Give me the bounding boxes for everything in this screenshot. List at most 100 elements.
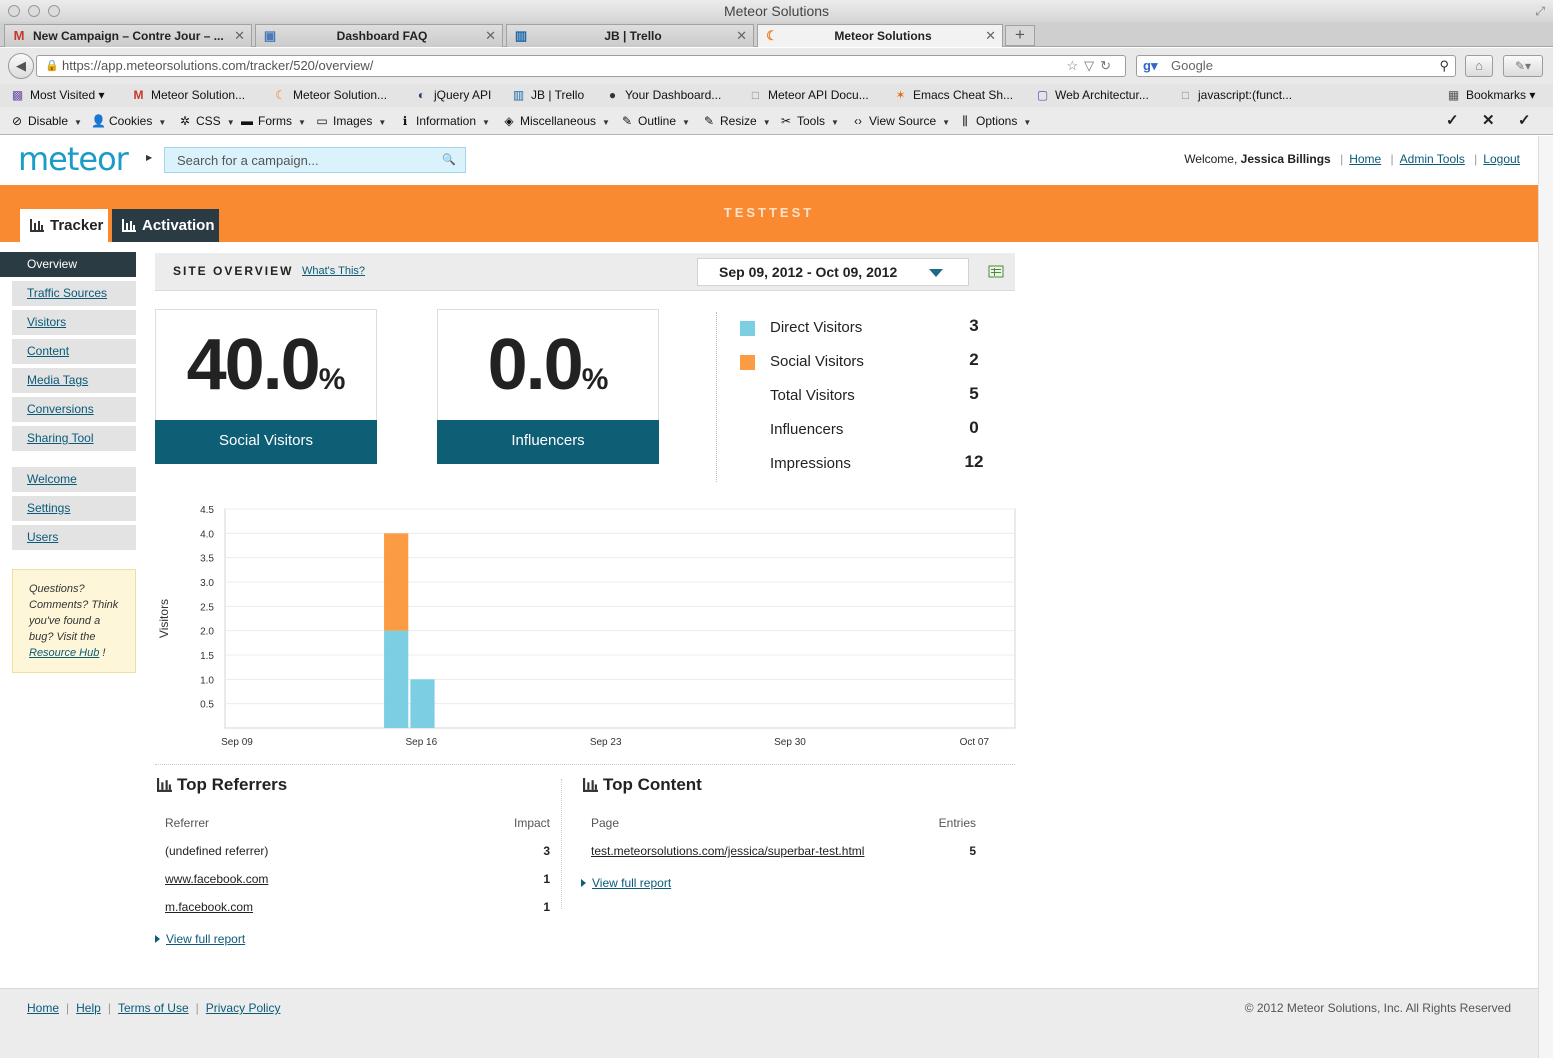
meteor-logo[interactable]: meteor: [18, 140, 129, 178]
bookmarks-toolbar: ▩ Most Visited ▾ M Meteor Solution... ☾ Met…: [0, 84, 1553, 107]
sidebar-item-content[interactable]: Content: [12, 339, 136, 364]
tab-tracker[interactable]: Tracker: [20, 209, 108, 242]
home-button[interactable]: ⌂: [1465, 55, 1493, 77]
information-icon: ℹ: [402, 114, 408, 128]
sidebar-link[interactable]: Welcome: [27, 472, 77, 486]
date-range-picker[interactable]: Sep 09, 2012 - Oct 09, 2012: [697, 258, 969, 286]
dev-menu-item[interactable]: ✎ Outline ▼: [620, 107, 690, 137]
tab-activation[interactable]: Activation: [112, 209, 219, 242]
sidebar-link[interactable]: Settings: [27, 501, 70, 515]
dev-menu-item[interactable]: ‹› View Source ▼: [851, 107, 950, 137]
bookmark-item[interactable]: ▩ Most Visited ▾: [10, 84, 105, 106]
dev-menu-item[interactable]: ⊘ Disable ▼: [10, 107, 82, 137]
dev-menu-item[interactable]: ℹ Information ▼: [398, 107, 490, 137]
dev-menu-item[interactable]: ✂ Tools ▼: [779, 107, 839, 137]
dev-menu-item[interactable]: ◈ Miscellaneous ▼: [502, 107, 610, 137]
browser-tab[interactable]: M New Campaign – Contre Jour – ... ✕: [4, 24, 252, 47]
dropdown-icon[interactable]: ▽: [1084, 58, 1100, 73]
y-tick-label: 4.5: [200, 505, 214, 516]
footer-privacy-link[interactable]: Privacy Policy: [206, 1001, 281, 1015]
campaign-search-input[interactable]: [177, 151, 437, 169]
dev-menu-item[interactable]: ✲ CSS ▼: [178, 107, 235, 137]
reload-icon[interactable]: ↻: [1100, 58, 1117, 73]
bookmarks-menu[interactable]: ▦ Bookmarks ▾: [1446, 84, 1536, 106]
x-tick-label: Sep 16: [405, 737, 437, 748]
checkmark-icon[interactable]: ✓: [1518, 107, 1531, 135]
referrer-link[interactable]: m.facebook.com: [165, 900, 253, 914]
referrer-link[interactable]: www.facebook.com: [165, 872, 268, 886]
content-full-report-link[interactable]: View full report: [581, 876, 671, 890]
minimize-window-button[interactable]: [28, 5, 40, 17]
fullscreen-icon[interactable]: ⤢: [1535, 0, 1545, 22]
sidebar-item-overview[interactable]: Overview: [0, 252, 136, 277]
page-scrollbar[interactable]: [1538, 136, 1553, 1058]
bookmark-item[interactable]: ◐ jQuery API: [414, 84, 491, 106]
close-tab-icon[interactable]: ✕: [736, 25, 747, 47]
sidebar-item-conversions[interactable]: Conversions: [12, 397, 136, 422]
footer-terms-link[interactable]: Terms of Use: [118, 1001, 189, 1015]
sidebar-link[interactable]: Conversions: [27, 402, 94, 416]
footer-home-link[interactable]: Home: [27, 1001, 59, 1015]
sidebar-item-welcome[interactable]: Welcome: [12, 467, 136, 492]
content-page-link[interactable]: test.meteorsolutions.com/jessica/superba…: [591, 844, 864, 858]
sidebar-item-traffic-sources[interactable]: Traffic Sources: [12, 281, 136, 306]
sidebar-item-sharing-tool[interactable]: Sharing Tool: [12, 426, 136, 451]
footer-help-link[interactable]: Help: [76, 1001, 101, 1015]
close-tab-icon[interactable]: ✕: [485, 25, 496, 47]
bookmark-item[interactable]: M Meteor Solution...: [131, 84, 246, 106]
close-tab-icon[interactable]: ✕: [234, 25, 245, 47]
close-tab-icon[interactable]: ✕: [985, 25, 996, 47]
bookmark-item[interactable]: ▥ JB | Trello: [511, 84, 584, 106]
logout-link[interactable]: Logout: [1483, 152, 1520, 166]
search-icon[interactable]: 🔍: [442, 148, 456, 172]
dev-menu-item[interactable]: ▭ Images ▼: [315, 107, 386, 137]
browser-tab-active[interactable]: ☾ Meteor Solutions ✕: [757, 24, 1003, 47]
bookmark-item[interactable]: ▢ Web Architectur...: [1035, 84, 1149, 106]
close-window-button[interactable]: [8, 5, 20, 17]
sidebar-link[interactable]: Media Tags: [27, 373, 88, 387]
home-link[interactable]: Home: [1349, 152, 1381, 166]
sidebar-item-media-tags[interactable]: Media Tags: [12, 368, 136, 393]
sidebar-link[interactable]: Sharing Tool: [27, 431, 94, 445]
dev-menu-item[interactable]: 👤 Cookies ▼: [91, 107, 166, 137]
bookmark-item[interactable]: □ Meteor API Docu...: [748, 84, 869, 106]
bookmark-item[interactable]: ☾ Meteor Solution...: [273, 84, 387, 106]
bookmark-item[interactable]: ● Your Dashboard...: [605, 84, 721, 106]
browser-tab[interactable]: ▥ JB | Trello ✕: [506, 24, 754, 47]
sidebar-link[interactable]: Content: [27, 344, 69, 358]
checkmark-icon[interactable]: ✓: [1446, 107, 1459, 135]
sidebar-link[interactable]: Traffic Sources: [27, 286, 107, 300]
sidebar-item-settings[interactable]: Settings: [12, 496, 136, 521]
addon-menu-button[interactable]: ✎▾: [1503, 55, 1543, 77]
search-engine-bar[interactable]: g▾ Google ⚲: [1136, 55, 1456, 77]
zoom-window-button[interactable]: [48, 5, 60, 17]
dev-menu-item[interactable]: ✎ Resize ▼: [702, 107, 771, 137]
bookmark-item[interactable]: □ javascript:(funct...: [1178, 84, 1292, 106]
sidebar-link[interactable]: Visitors: [27, 315, 66, 329]
caret-right-icon[interactable]: ▶: [146, 153, 152, 162]
dev-menu-item[interactable]: ⫼ Options ▼: [958, 107, 1031, 137]
sidebar-item-visitors[interactable]: Visitors: [12, 310, 136, 335]
y-tick-label: 3.0: [200, 578, 214, 589]
new-tab-button[interactable]: +: [1005, 25, 1035, 46]
stat-label: Direct Visitors: [770, 319, 863, 336]
search-icon[interactable]: ⚲: [1439, 56, 1449, 76]
resource-hub-link[interactable]: Resource Hub: [29, 647, 99, 659]
tab-label: JB | Trello: [604, 29, 662, 43]
address-bar[interactable]: 🔒 https://app.meteorsolutions.com/tracke…: [36, 55, 1126, 77]
back-button[interactable]: ◀: [8, 53, 34, 79]
close-icon[interactable]: ✕: [1482, 107, 1495, 135]
bookmark-star-icon[interactable]: ☆: [1066, 58, 1084, 73]
referrer-impact-value: 1: [543, 900, 550, 914]
referrers-full-report-link[interactable]: View full report: [155, 932, 245, 946]
admin-tools-link[interactable]: Admin Tools: [1400, 152, 1465, 166]
sidebar-item-users[interactable]: Users: [12, 525, 136, 550]
browser-tab[interactable]: ▣ Dashboard FAQ ✕: [255, 24, 503, 47]
stat-value: 0: [969, 418, 979, 437]
sidebar-link[interactable]: Users: [27, 530, 58, 544]
whats-this-link[interactable]: What's This?: [302, 265, 365, 277]
chart-bar: [410, 679, 435, 728]
bookmark-item[interactable]: ✶ Emacs Cheat Sh...: [893, 84, 1013, 106]
export-excel-icon[interactable]: [988, 263, 1004, 279]
dev-menu-item[interactable]: ▬ Forms ▼: [240, 107, 306, 137]
